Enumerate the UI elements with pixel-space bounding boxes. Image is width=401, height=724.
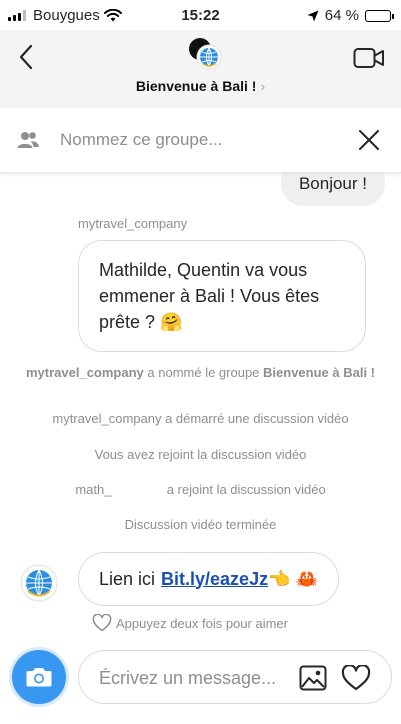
gallery-icon[interactable]: [299, 665, 327, 691]
close-icon[interactable]: [357, 128, 381, 152]
system-message-user-joined: math_ a rejoint la discussion vidéo: [0, 481, 401, 498]
system-status: 64 %: [307, 7, 394, 24]
group-avatar-icon[interactable]: [188, 36, 222, 70]
camera-icon: [26, 668, 52, 687]
system-message-user: mytravel_company: [25, 365, 144, 380]
redaction-blur: [115, 484, 164, 497]
system-message-video-ended: Discussion vidéo terminée: [124, 517, 277, 532]
link-message-bubble[interactable]: Lien ici Bit.ly/eazeJz 👈 🦀: [78, 552, 339, 606]
sender-name: mytravel_company: [78, 216, 188, 231]
sender-avatar-icon[interactable]: [20, 564, 58, 602]
system-message-you-joined: Vous avez rejoint la discussion vidéo: [94, 447, 307, 462]
status-bar: Bouygues 15:22 64 %: [0, 0, 401, 30]
group-name-input[interactable]: [60, 128, 320, 152]
incoming-message-bubble[interactable]: Mathilde, Quentin va vous emmener à Bali…: [78, 240, 366, 352]
chat-header: Bienvenue à Bali ! ›: [0, 30, 401, 108]
system-message-renamed: mytravel_company a nommé le groupe Bienv…: [0, 364, 401, 381]
message-field[interactable]: [78, 650, 392, 704]
heart-outline-icon: [92, 614, 112, 632]
link-message-prefix: Lien ici: [99, 568, 156, 589]
double-tap-hint: Appuyez deux fois pour aimer: [92, 614, 288, 632]
link-message-emoji: 👈 🦀: [268, 568, 318, 589]
location-arrow-icon: [307, 10, 319, 21]
system-message-video-started: mytravel_company a démarré une discussio…: [52, 411, 349, 426]
heart-icon[interactable]: [341, 665, 371, 691]
chevron-right-icon: ›: [260, 78, 266, 94]
back-arrow-icon[interactable]: [14, 42, 40, 72]
group-title[interactable]: Bienvenue à Bali ! ›: [0, 78, 401, 94]
video-call-icon[interactable]: [353, 46, 385, 70]
battery-icon: [365, 9, 394, 22]
group-title-text: Bienvenue à Bali !: [135, 78, 257, 94]
incoming-message-text: Mathilde, Quentin va vous emmener à Bali…: [99, 260, 320, 332]
battery-percent: 64 %: [324, 7, 359, 24]
message-composer: [0, 646, 401, 724]
double-tap-hint-text: Appuyez deux fois pour aimer: [116, 615, 288, 631]
system-message-group: Bienvenue à Bali !: [263, 365, 376, 380]
outgoing-message-text: Bonjour !: [298, 174, 367, 193]
message-input[interactable]: [99, 665, 279, 691]
system-message-action: a nommé le groupe: [147, 365, 260, 380]
system-message-joined-user: math_: [75, 482, 112, 497]
outgoing-message-bubble[interactable]: Bonjour !: [280, 160, 385, 206]
system-message-joined-text: a rejoint la discussion vidéo: [166, 482, 326, 497]
people-icon: [17, 132, 39, 148]
message-link[interactable]: Bit.ly/eazeJz: [161, 569, 268, 590]
camera-button[interactable]: [12, 650, 66, 704]
